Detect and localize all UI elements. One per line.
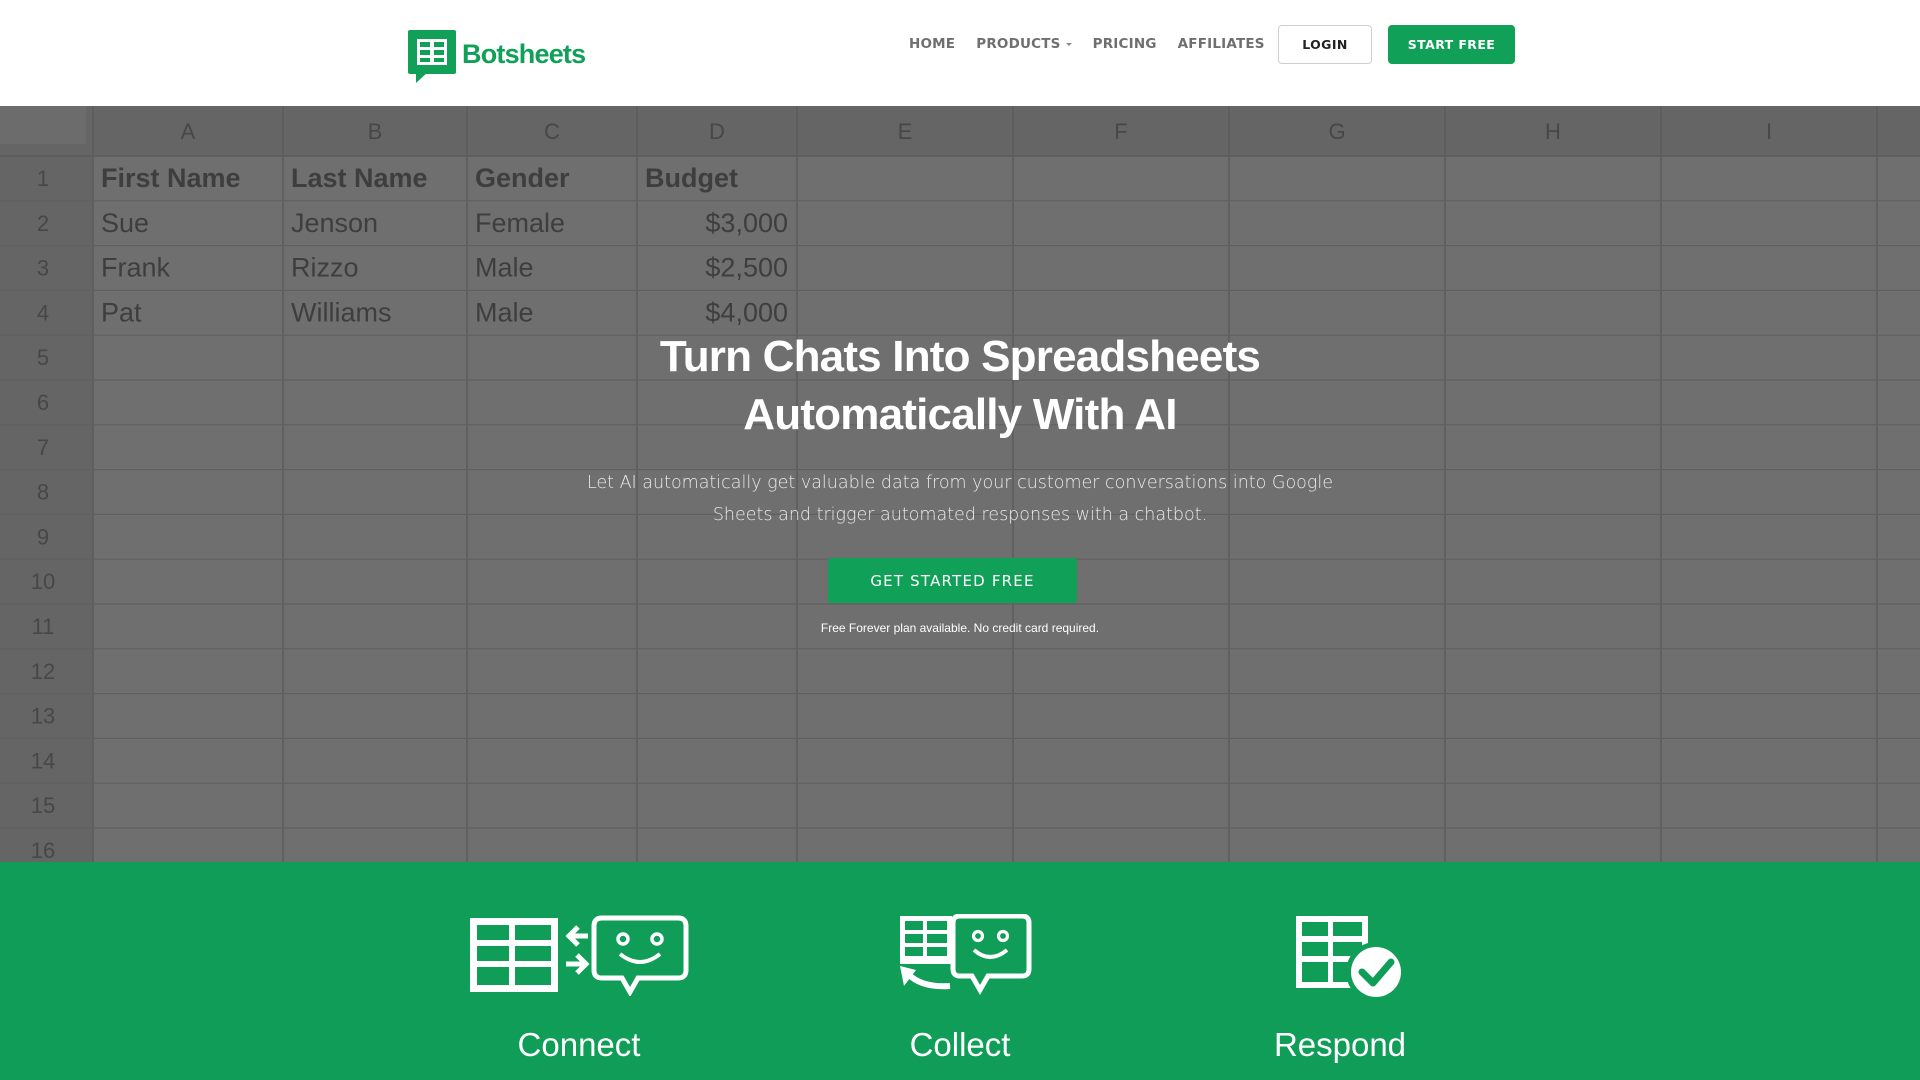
feature-connect: Connect [459, 862, 699, 1080]
feature-respond: Respond [1220, 862, 1460, 1080]
site-header: Botsheets HOME PRODUCTS PRICING AFFILIAT… [0, 0, 1920, 106]
nav-pricing[interactable]: PRICING [1093, 36, 1157, 52]
start-free-button[interactable]: START FREE [1388, 25, 1515, 64]
feature-label-respond: Respond [1273, 1026, 1407, 1063]
login-button[interactable]: LOGIN [1278, 25, 1372, 64]
hero-subtitle: Let AI automatically get valuable data f… [560, 467, 1360, 531]
feature-collect: Collect [840, 862, 1080, 1080]
free-plan-note: Free Forever plan available. No credit c… [820, 621, 1100, 635]
hero-subtitle-line-1: Let AI automatically get valuable data f… [586, 473, 1334, 493]
sheet-check-icon [1296, 916, 1406, 998]
hero-section: A B C D E F G H I 1 2 3 4 5 6 7 8 9 10 11 12 13 14 15 16 First Na… [0, 106, 1920, 862]
nav-home[interactable]: HOME [909, 36, 955, 52]
nav-affiliates[interactable]: AFFILIATES [1178, 36, 1265, 52]
hero-title-line-2: Automatically With AI [743, 390, 1177, 439]
logo[interactable]: Botsheets [408, 30, 586, 84]
features-band: Connect Collect Respond [0, 862, 1920, 1080]
get-started-button[interactable]: GET STARTED FREE [828, 558, 1077, 603]
chevron-down-icon [1065, 43, 1072, 46]
hero-title: Turn Chats Into Spreadsheets Automatical… [460, 328, 1460, 444]
sheet-chat-sync-icon [470, 915, 689, 996]
sheet-chat-collect-icon [900, 914, 1032, 996]
hero-subtitle-line-2: Sheets and trigger automated responses w… [712, 505, 1208, 525]
nav-products-label: PRODUCTS [976, 36, 1061, 52]
nav-products[interactable]: PRODUCTS [976, 36, 1072, 52]
main-nav: HOME PRODUCTS PRICING AFFILIATES [909, 34, 1286, 54]
feature-label-collect: Collect [909, 1026, 1011, 1063]
botsheets-logo-icon [408, 30, 456, 83]
hero-title-line-1: Turn Chats Into Spreadsheets [659, 332, 1261, 381]
feature-label-connect: Connect [517, 1026, 641, 1063]
logo-text: Botsheets [462, 38, 586, 69]
